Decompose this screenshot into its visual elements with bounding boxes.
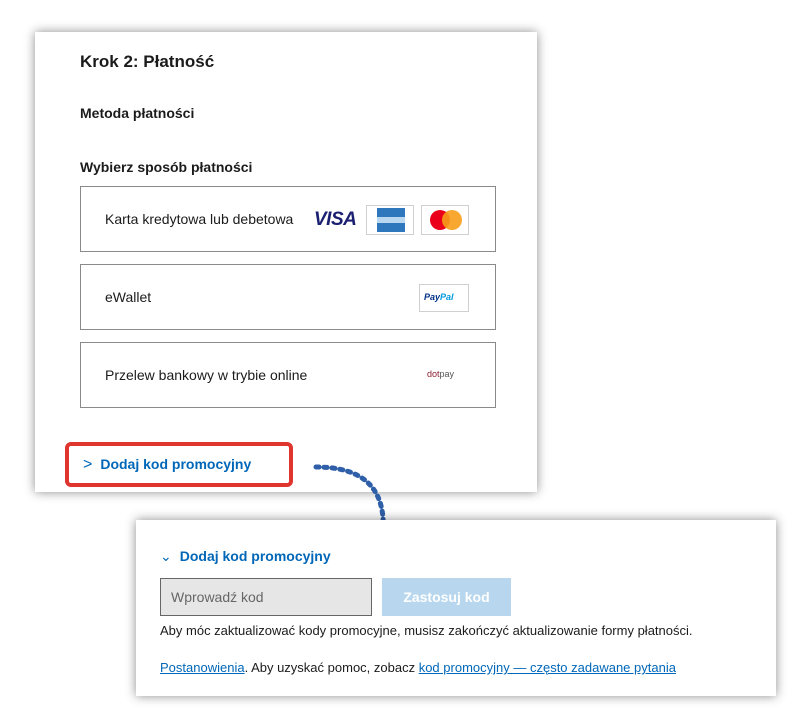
promo-link-label: Dodaj kod promocyjny [179,548,331,564]
add-promo-code-link[interactable]: > Dodaj kod promocyjny [83,456,251,474]
footer-text: . Aby uzyskać pomoc, zobacz [244,660,419,675]
payment-step-panel: Krok 2: Płatność Metoda płatności Wybier… [35,32,537,492]
payment-method-ewallet[interactable]: eWallet PayPal [80,264,496,330]
payment-method-label: eWallet [105,289,152,305]
apply-code-button[interactable]: Zastosuj kod [382,578,511,616]
promo-info-text: Aby móc zaktualizować kody promocyjne, m… [160,623,693,638]
amex-logo [366,205,414,235]
chevron-down-icon: ⌄ [160,548,172,564]
chevron-right-icon: > [83,456,93,473]
payment-method-label: Karta kredytowa lub debetowa [105,211,294,227]
payment-method-card[interactable]: Karta kredytowa lub debetowa VISA [80,186,496,252]
mastercard-logo [421,205,469,235]
promo-footer: Postanowienia. Aby uzyskać pomoc, zobacz… [160,660,676,675]
promo-faq-link[interactable]: kod promocyjny — często zadawane pytania [419,660,676,675]
promo-link-label: Dodaj kod promocyjny [100,456,252,472]
promo-code-input[interactable] [160,578,372,616]
dotpay-logo: dotpay [427,369,455,379]
choose-method-label: Wybierz sposób płatności [80,159,253,175]
payment-method-label: Przelew bankowy w trybie online [105,367,308,383]
add-promo-code-link-expanded[interactable]: ⌄ Dodaj kod promocyjny [160,548,331,565]
terms-link[interactable]: Postanowienia [160,660,245,675]
payment-method-bank-transfer[interactable]: Przelew bankowy w trybie online dotpay [80,342,496,408]
section-title: Metoda płatności [80,105,195,121]
visa-logo: VISA [314,209,357,230]
promo-code-panel: ⌄ Dodaj kod promocyjny Zastosuj kod Aby m… [136,520,776,696]
paypal-logo: PayPal [419,284,469,312]
step-title: Krok 2: Płatność [80,52,215,71]
